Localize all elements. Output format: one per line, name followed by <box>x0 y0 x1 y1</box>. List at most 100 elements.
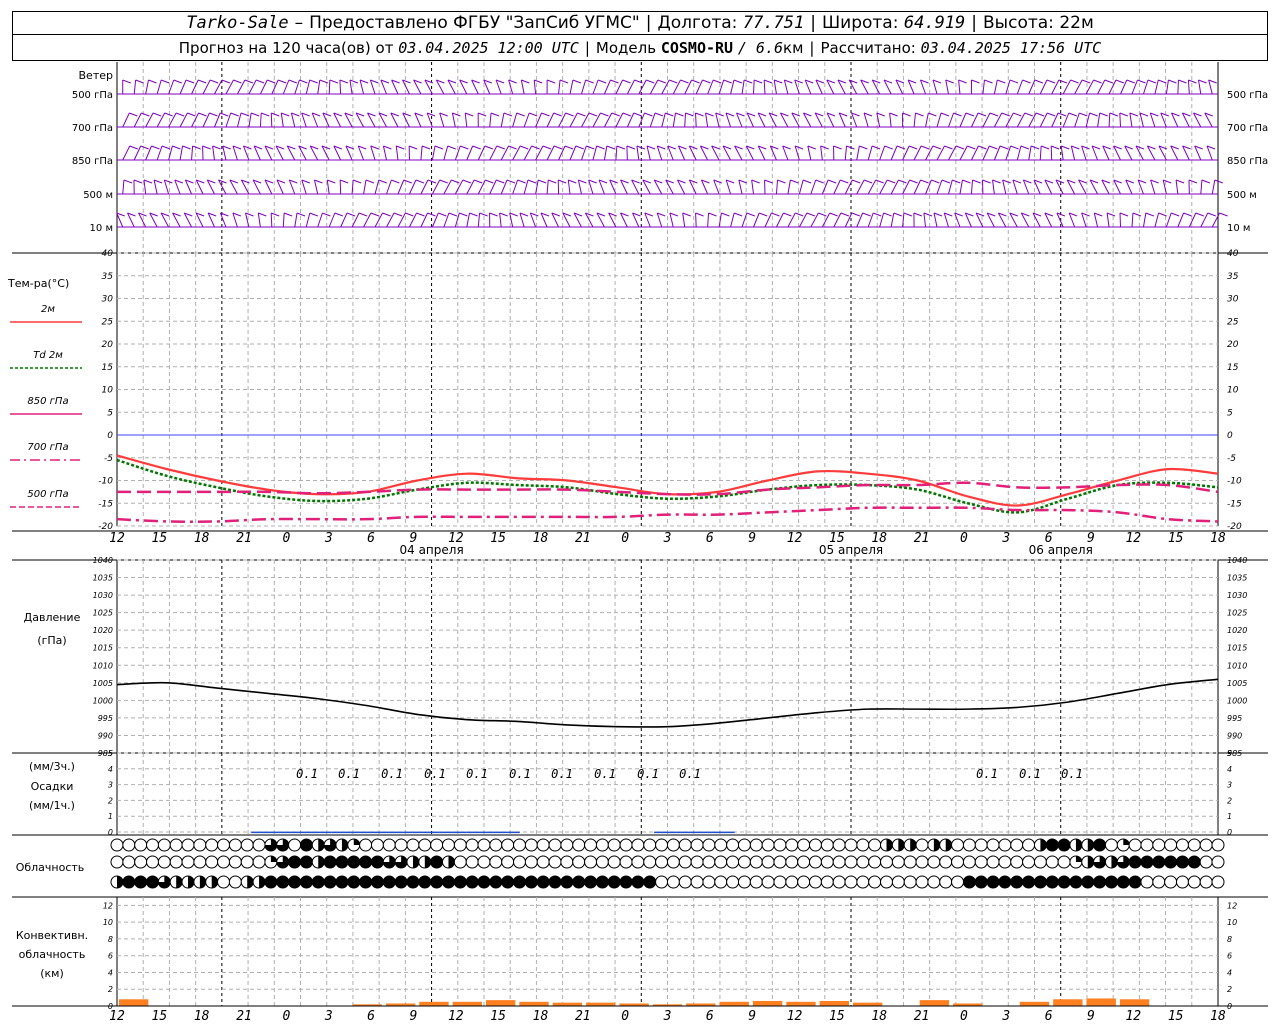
wind-barb <box>856 145 860 161</box>
cloud-circle <box>643 855 657 869</box>
cloud-circle <box>655 855 669 869</box>
wind-barb <box>1002 179 1007 195</box>
wind-barb-feather <box>1208 79 1217 84</box>
wind-barb-feather <box>622 79 631 84</box>
cloud-circle <box>169 838 183 852</box>
cloud-circle <box>501 855 515 869</box>
cloud-symbol <box>749 838 763 852</box>
cloud-symbol <box>962 838 976 852</box>
wind-barb-feather <box>185 79 195 84</box>
wind-barb-feather <box>1034 79 1044 84</box>
wind-barb <box>294 212 298 228</box>
legend-label: Td 2м <box>33 350 63 361</box>
wind-barb-feather <box>438 212 447 217</box>
wind-barb <box>1149 112 1156 128</box>
cloud-symbol <box>678 838 692 852</box>
cloud-fill-full <box>1176 856 1189 868</box>
cloud-circle <box>737 875 751 889</box>
conv-title-2: облачность <box>19 948 86 961</box>
cloud-circle <box>181 838 195 852</box>
cloud-circle <box>951 838 965 852</box>
cloud-symbol <box>110 875 124 889</box>
cloud-symbol <box>1128 875 1142 889</box>
wind-barb <box>339 79 342 95</box>
wind-barb-feather <box>1158 79 1167 84</box>
cloud-symbol <box>501 875 515 889</box>
wind-barb-feather <box>1109 112 1118 117</box>
cloud-circle <box>1104 838 1118 852</box>
time-tick-label: 12 <box>787 531 803 546</box>
cloud-symbol <box>785 855 799 869</box>
cloud-circle <box>1128 838 1142 852</box>
wind-barb-feather <box>923 212 933 217</box>
cloud-symbol <box>998 875 1012 889</box>
cloud-symbol <box>1022 838 1036 852</box>
cloud-symbol <box>181 875 195 889</box>
convective-bar <box>786 1001 816 1006</box>
cloud-symbol <box>1164 855 1178 869</box>
cloud-fill-full <box>395 876 408 888</box>
cloud-symbol <box>359 838 373 852</box>
cloud-symbol <box>927 855 941 869</box>
cloud-circle <box>868 855 882 869</box>
cloud-circle <box>903 875 917 889</box>
cloud-symbol <box>1069 855 1083 869</box>
y-tick-right: -15 <box>1227 499 1242 509</box>
cloud-circle <box>157 838 171 852</box>
cloud-symbol <box>1093 838 1107 852</box>
wind-barb <box>395 145 399 161</box>
wind-barb-feather <box>546 79 556 84</box>
cloud-circle <box>856 838 870 852</box>
wind-barb <box>290 112 296 128</box>
cloud-symbol <box>418 855 432 869</box>
wind-barb-feather <box>496 145 505 150</box>
cloud-circle <box>666 838 680 852</box>
cloud-circle <box>714 875 728 889</box>
cloud-circle <box>773 838 787 852</box>
cloud-symbol <box>726 838 740 852</box>
cloud-fill-full <box>1022 876 1035 888</box>
cloud-symbol <box>146 838 160 852</box>
cloud-title: Облачность <box>16 861 85 874</box>
cloud-fill-part <box>1111 856 1118 868</box>
cloud-circle <box>749 838 763 852</box>
y-tick-left: 1005 <box>93 679 113 688</box>
convective-bar <box>1119 999 1150 1006</box>
cloud-fill-full <box>371 856 384 868</box>
y-tick-right: 8 <box>1227 935 1232 944</box>
cloud-fill-full <box>631 876 644 888</box>
cloud-circle <box>655 838 669 852</box>
cloud-circle <box>418 838 432 852</box>
wind-barb <box>232 212 238 228</box>
cloud-symbol <box>607 855 621 869</box>
y-tick-left: 30 <box>102 295 114 305</box>
cloud-symbol <box>655 875 669 889</box>
cloud-circle <box>453 838 467 852</box>
cloud-circle <box>832 838 846 852</box>
cloud-symbol <box>134 875 148 889</box>
cloud-symbol <box>394 855 408 869</box>
cloud-symbol <box>441 875 455 889</box>
wind-barb <box>179 145 184 161</box>
wind-barb <box>925 112 929 128</box>
wind-barb-feather <box>626 145 636 150</box>
y-tick-right: 4 <box>1227 765 1232 774</box>
wind-barb <box>1175 179 1179 195</box>
time-tick-label: 0 <box>282 531 290 546</box>
wind-barb-feather <box>258 212 267 217</box>
cloud-symbol <box>228 855 242 869</box>
cloud-fill-full <box>1093 839 1106 851</box>
cloud-symbol <box>808 855 822 869</box>
wind-barb-feather <box>1126 79 1135 84</box>
cloud-symbol <box>276 838 290 852</box>
cloud-symbol <box>1045 875 1059 889</box>
y-tick-right: 20 <box>1227 340 1239 350</box>
wind-barb-feather <box>1214 179 1223 184</box>
y-tick-left: 25 <box>102 317 114 327</box>
cloud-fill-part <box>318 856 325 868</box>
y-tick-left: 10 <box>103 918 113 927</box>
cloud-circle <box>477 855 491 869</box>
wind-barb-feather <box>898 179 907 184</box>
cloud-symbol <box>382 838 396 852</box>
y-tick-left: 40 <box>102 249 114 259</box>
